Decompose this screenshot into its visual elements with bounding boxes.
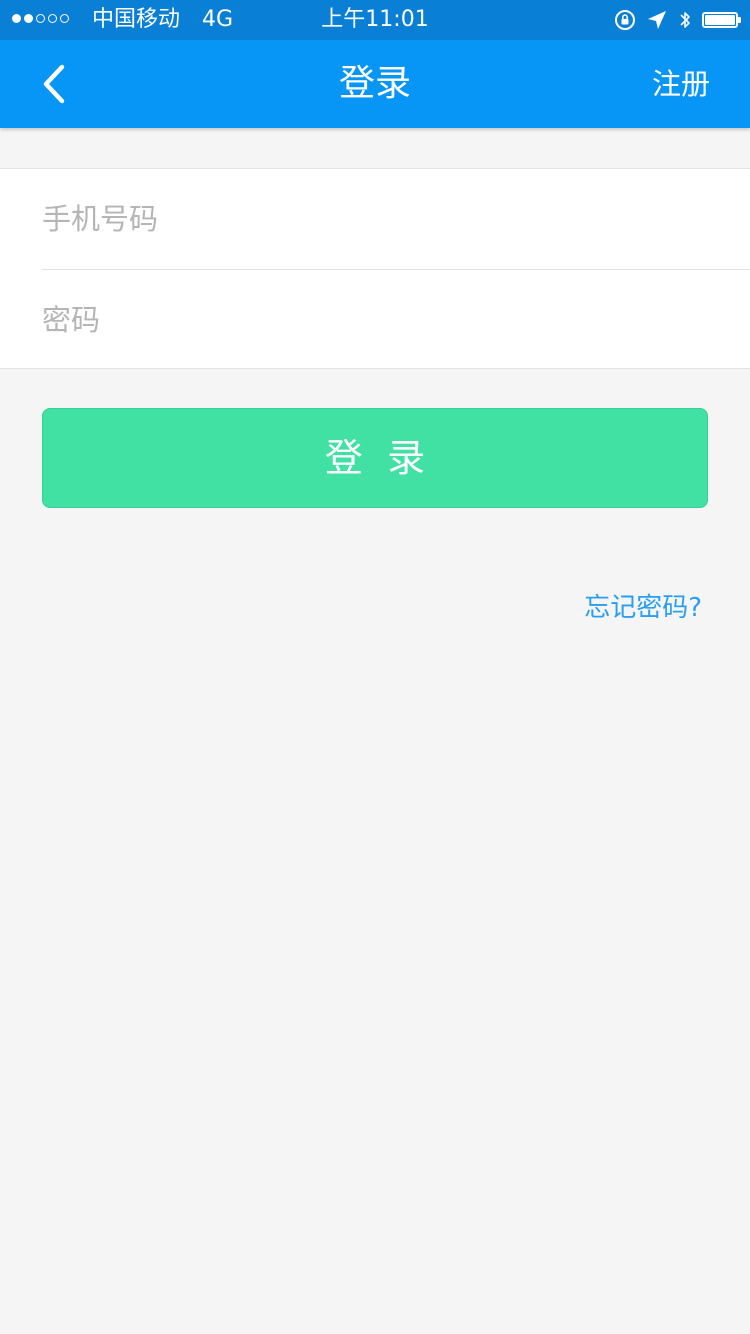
bluetooth-icon xyxy=(680,12,690,28)
forgot-password-link[interactable]: 忘记密码? xyxy=(584,590,702,626)
status-icons xyxy=(614,8,741,32)
register-link[interactable]: 注册 xyxy=(652,40,710,128)
password-input[interactable] xyxy=(42,270,750,370)
location-arrow-icon xyxy=(648,11,666,29)
nav-bar: 登录 注册 xyxy=(0,40,750,128)
rotation-lock-icon xyxy=(615,10,635,30)
phone-input[interactable] xyxy=(42,169,750,269)
status-bar: 中国移动 4G 上午11:01 xyxy=(0,0,750,40)
login-form xyxy=(0,168,750,370)
battery-icon xyxy=(702,12,741,28)
page-title: 登录 xyxy=(338,63,411,104)
login-button[interactable]: 登 录 xyxy=(42,408,708,508)
password-field-wrapper xyxy=(42,270,750,370)
phone-field-wrapper xyxy=(42,169,750,269)
